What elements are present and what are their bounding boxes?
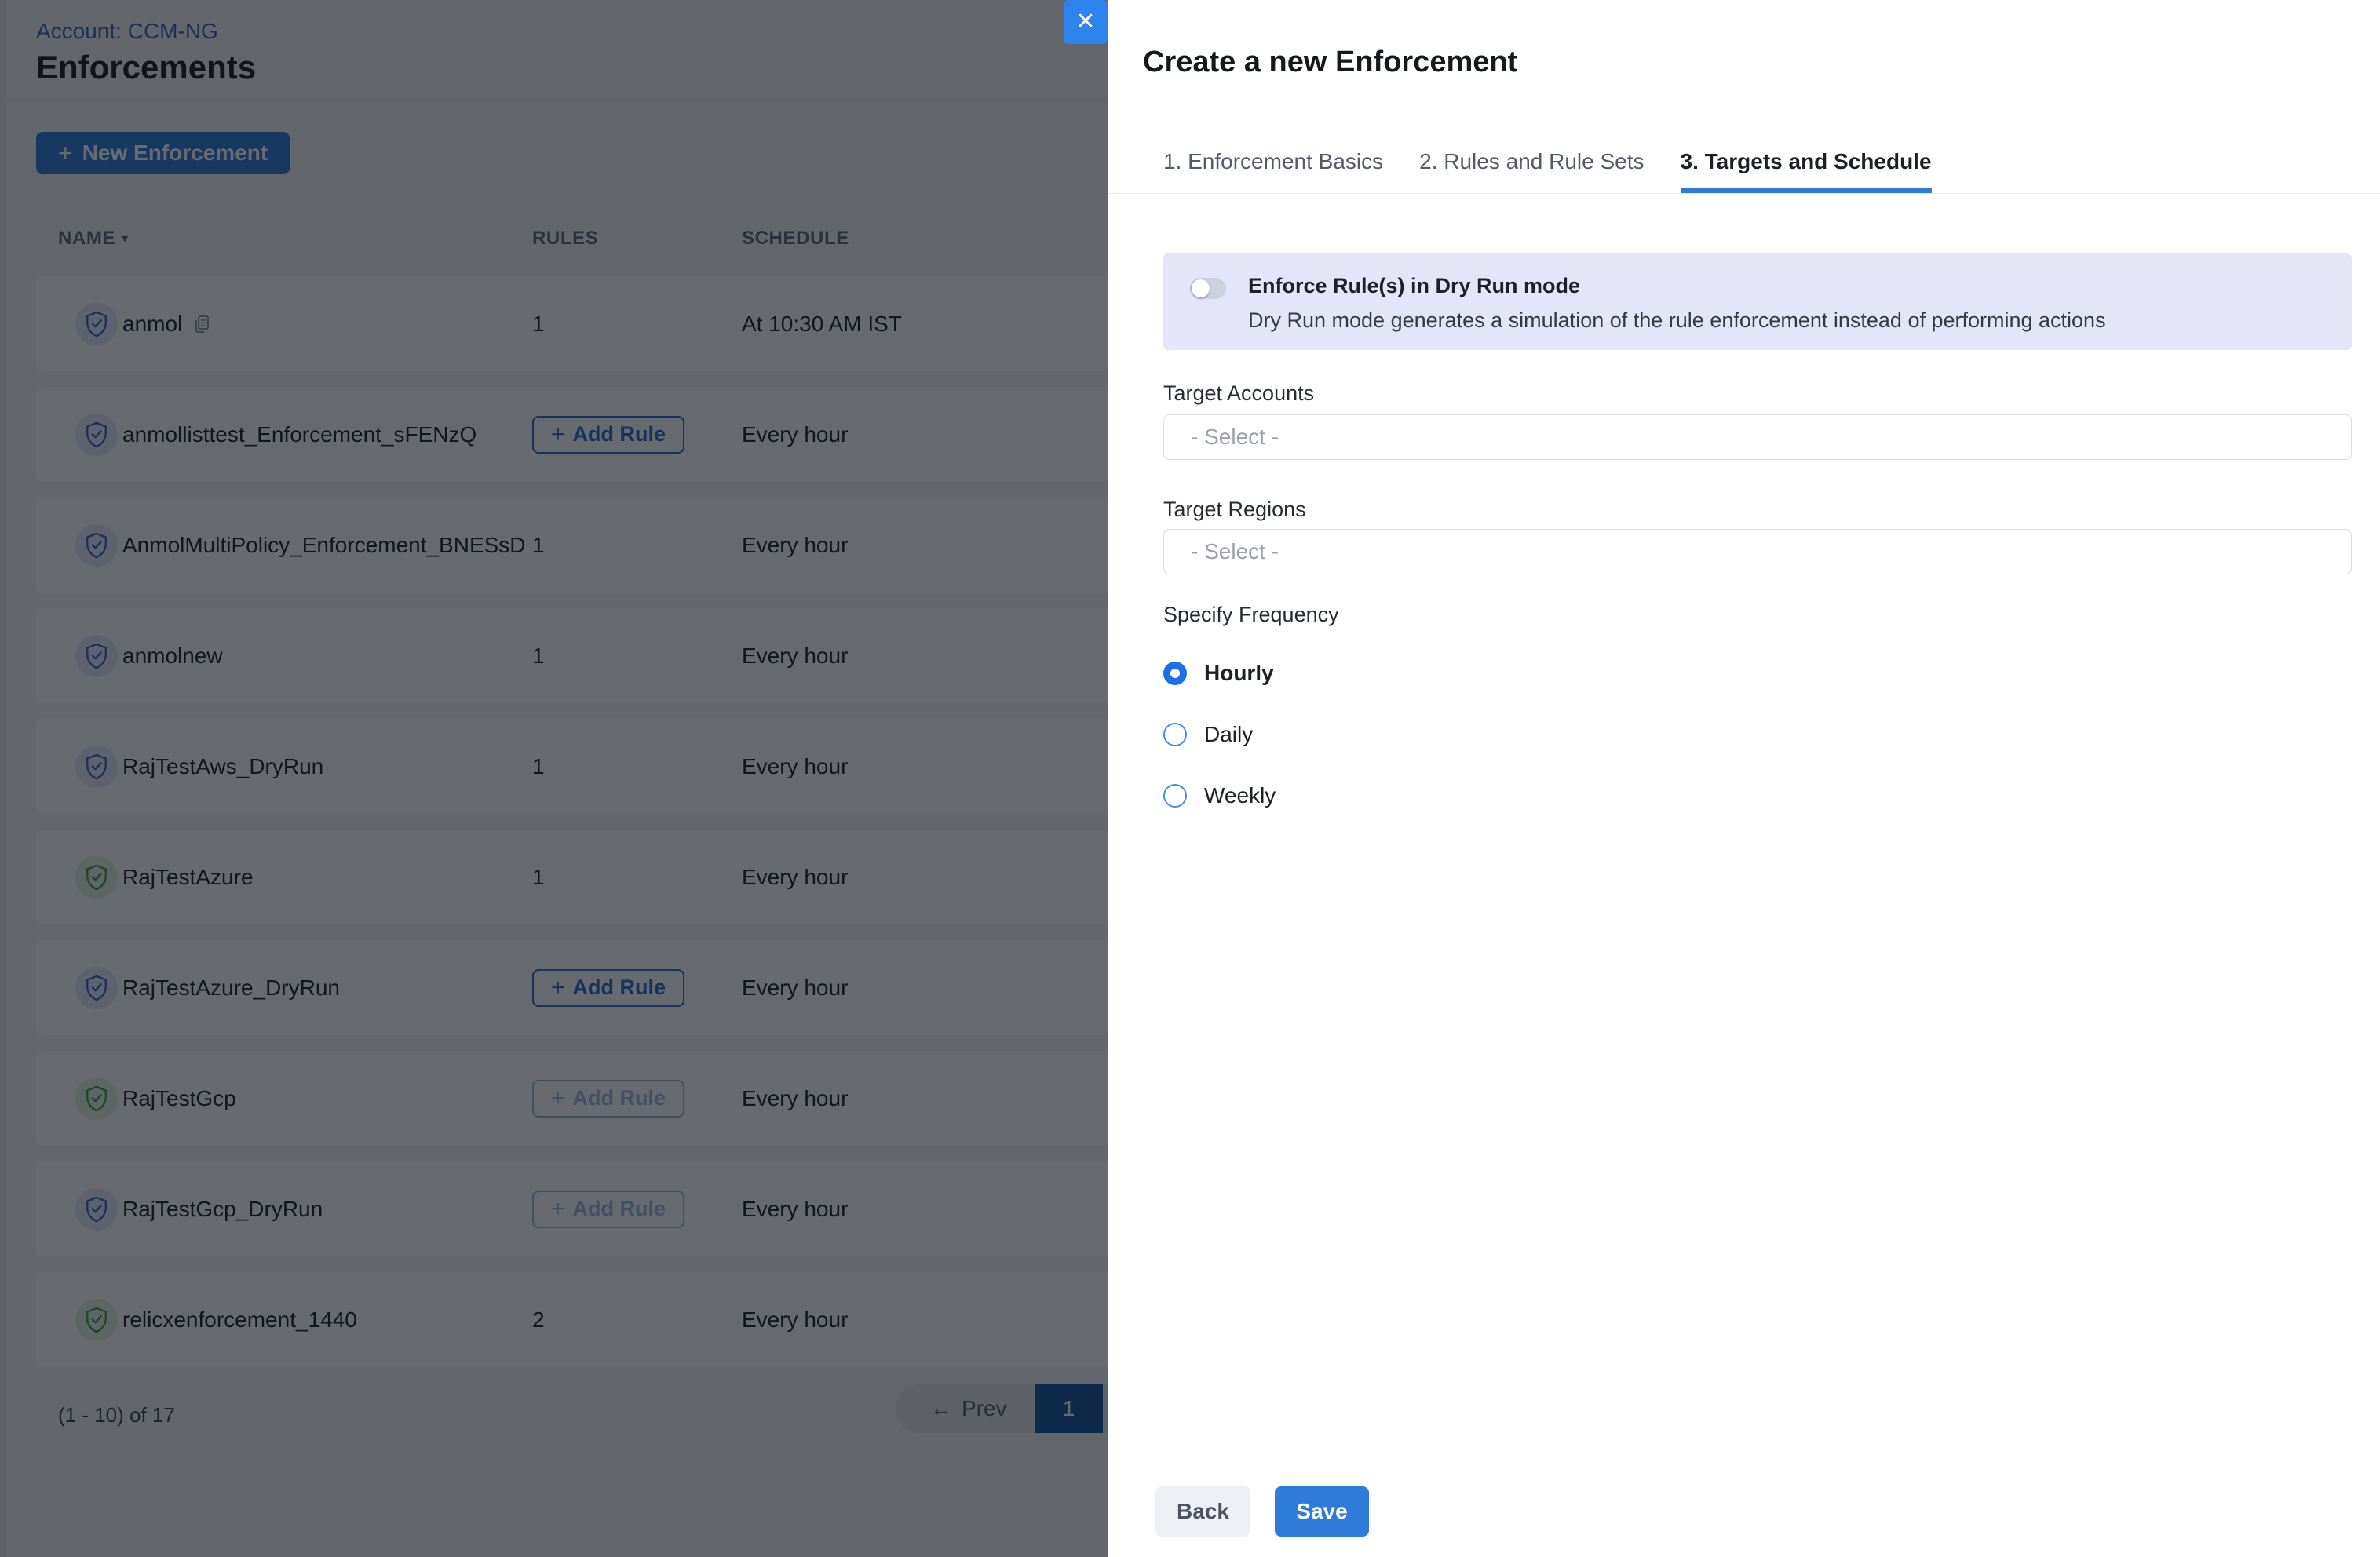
dry-run-title: Enforce Rule(s) in Dry Run mode	[1248, 274, 2106, 298]
drawer-footer: Back Save	[1108, 1463, 2380, 1557]
tab-targets-and-schedule[interactable]: 3. Targets and Schedule	[1681, 129, 1932, 193]
close-icon[interactable]: ✕	[1064, 0, 1108, 44]
tab-enforcement-basics[interactable]: 1. Enforcement Basics	[1163, 129, 1383, 193]
toggle-knob	[1192, 279, 1210, 297]
target-regions-select[interactable]: - Select -	[1163, 529, 2352, 574]
dry-run-description: Dry Run mode generates a simulation of t…	[1248, 308, 2106, 333]
save-button[interactable]: Save	[1275, 1486, 1369, 1537]
daily-label: Daily	[1204, 722, 1253, 747]
dry-run-text: Enforce Rule(s) in Dry Run mode Dry Run …	[1248, 274, 2106, 350]
target-regions-placeholder: - Select -	[1191, 539, 1279, 564]
frequency-option-daily[interactable]: Daily	[1163, 722, 1253, 747]
radio-selected-icon	[1163, 662, 1187, 685]
target-accounts-label: Target Accounts	[1163, 381, 1314, 406]
drawer-title: Create a new Enforcement	[1143, 46, 1517, 79]
back-button[interactable]: Back	[1155, 1486, 1250, 1537]
create-enforcement-drawer: Create a new Enforcement 1. Enforcement …	[1108, 0, 2380, 1557]
target-accounts-select[interactable]: - Select -	[1163, 414, 2352, 460]
dry-run-banner: Enforce Rule(s) in Dry Run mode Dry Run …	[1163, 253, 2352, 350]
radio-icon	[1163, 723, 1187, 746]
drawer-header: Create a new Enforcement	[1108, 0, 2380, 129]
drawer-content: Enforce Rule(s) in Dry Run mode Dry Run …	[1108, 194, 2380, 1463]
frequency-option-weekly[interactable]: Weekly	[1163, 783, 1276, 808]
tab-rules-and-rule-sets[interactable]: 2. Rules and Rule Sets	[1419, 129, 1644, 193]
hourly-label: Hourly	[1204, 661, 1274, 686]
weekly-label: Weekly	[1204, 783, 1276, 808]
frequency-option-hourly[interactable]: Hourly	[1163, 661, 1274, 686]
radio-icon	[1163, 784, 1187, 808]
dry-run-toggle[interactable]	[1190, 278, 1226, 299]
specify-frequency-label: Specify Frequency	[1163, 603, 1339, 627]
drawer-tabs: 1. Enforcement Basics 2. Rules and Rule …	[1108, 129, 2380, 194]
target-regions-label: Target Regions	[1163, 498, 1306, 522]
target-accounts-placeholder: - Select -	[1191, 425, 1279, 450]
screen: Account: CCM-NG Enforcements + New Enfor…	[0, 0, 2380, 1557]
